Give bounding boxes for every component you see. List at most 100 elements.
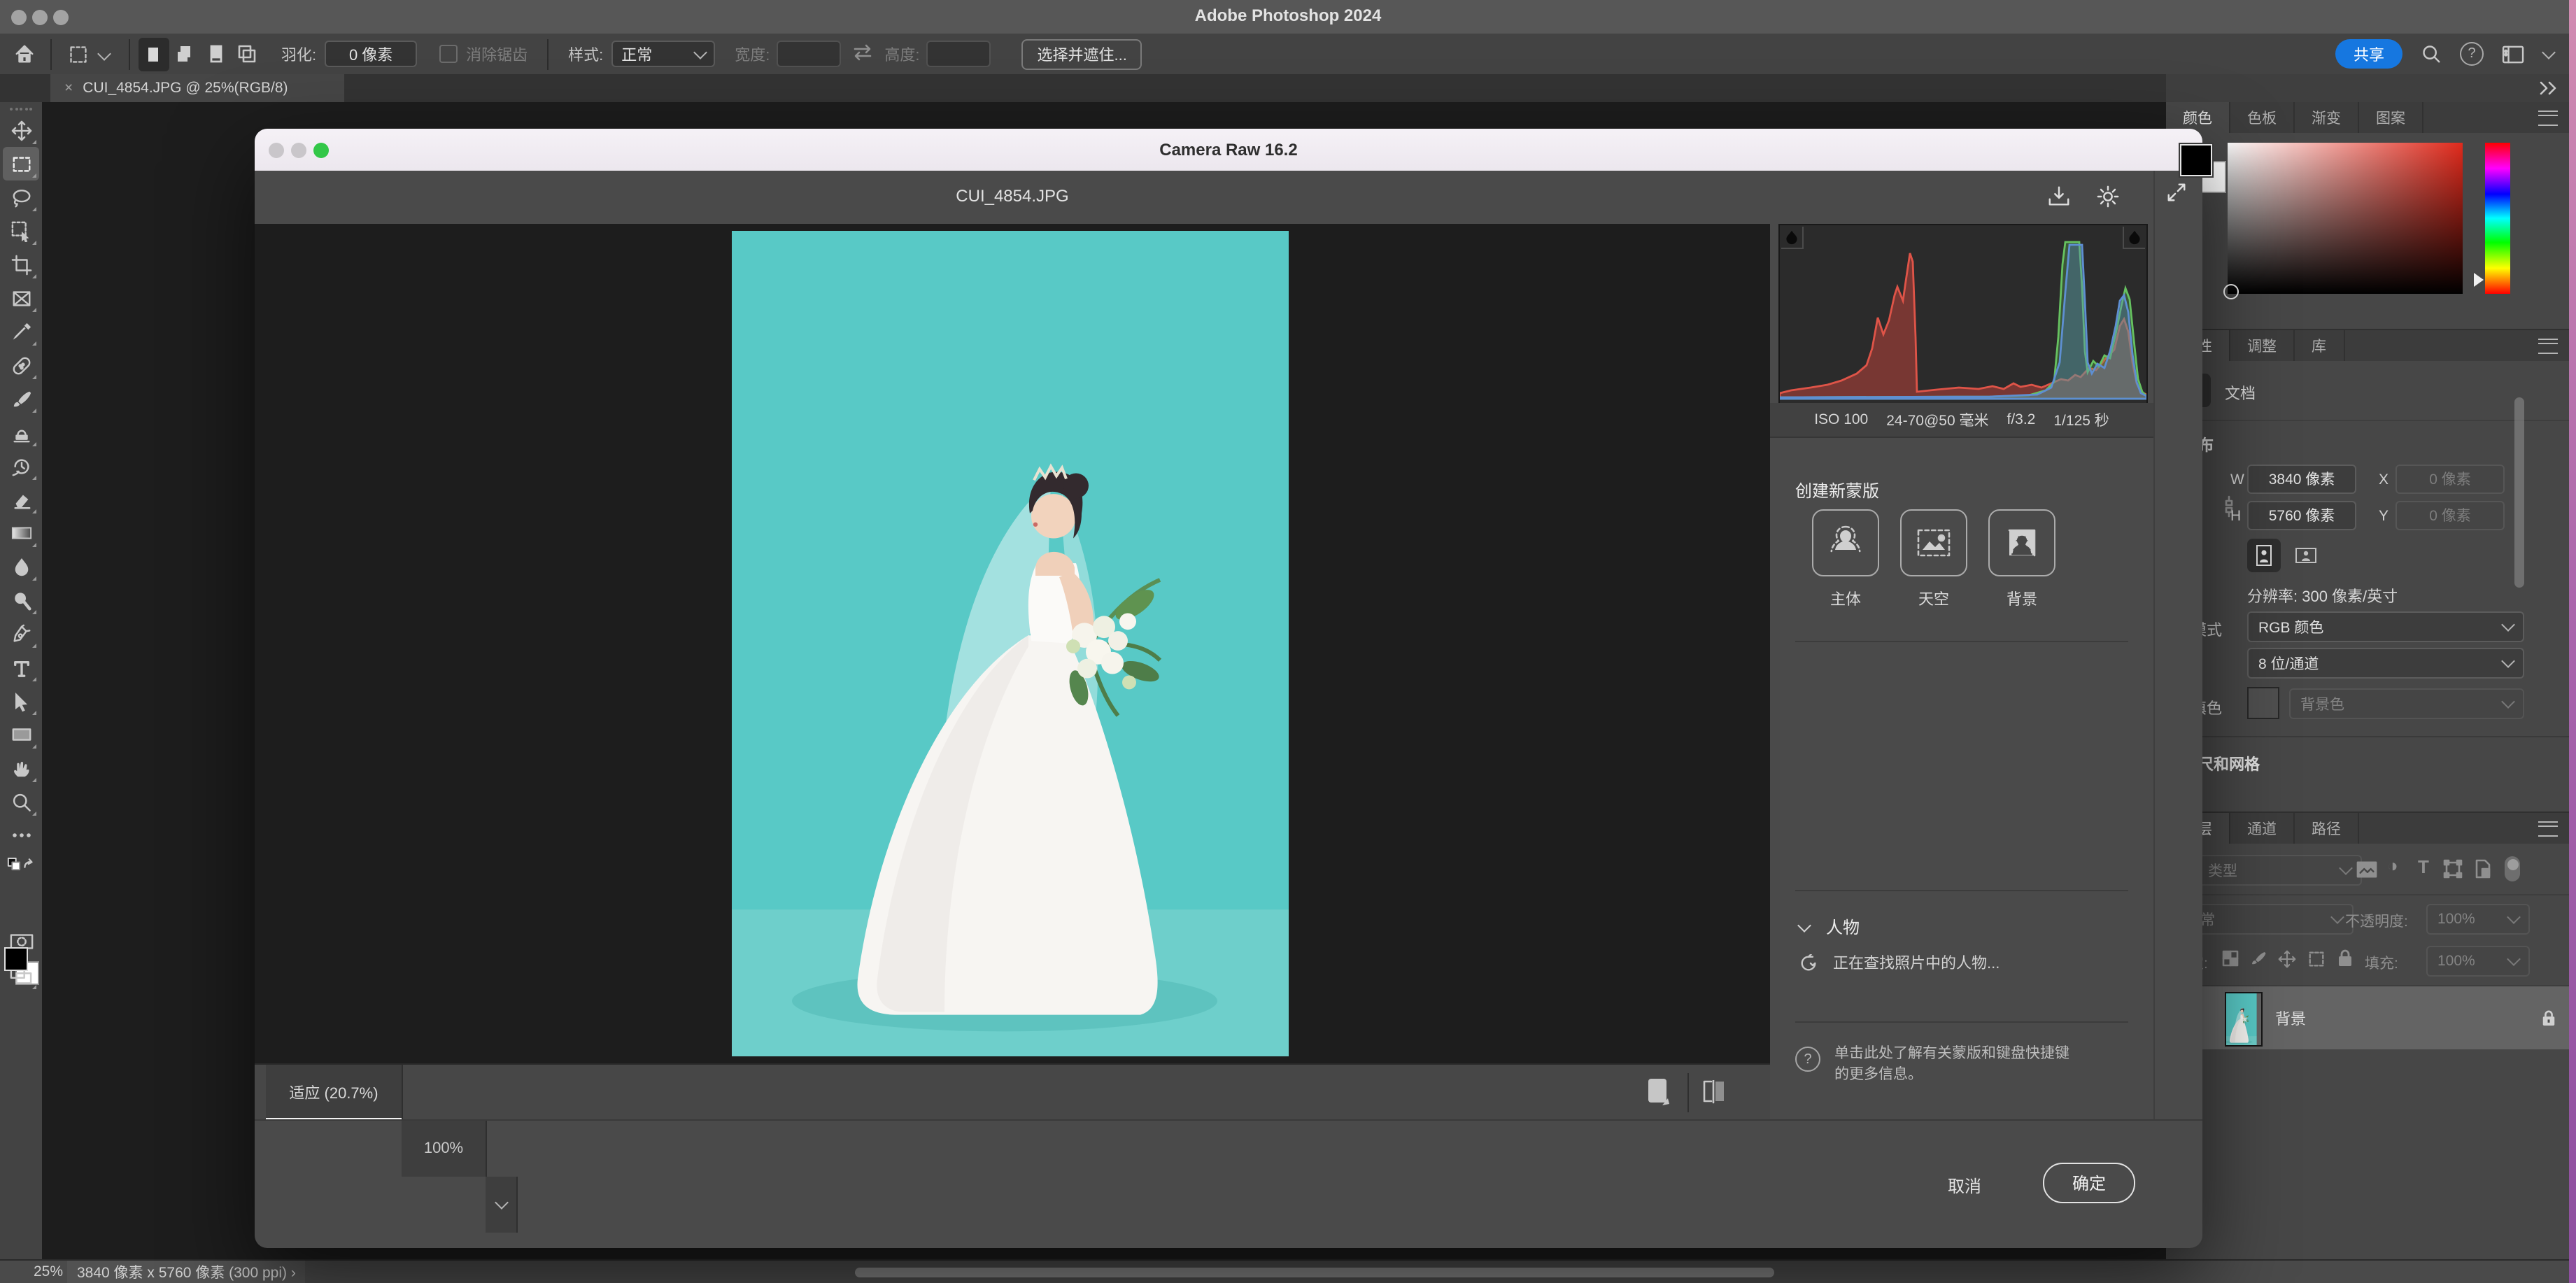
opacity-select[interactable]: 100% (2426, 904, 2530, 935)
status-zoom[interactable]: 25% (34, 1263, 63, 1280)
eyedropper-tool-icon[interactable] (3, 315, 39, 348)
eraser-tool-icon[interactable] (3, 483, 39, 516)
crop-tool-icon[interactable] (3, 248, 39, 281)
fill-select[interactable]: 背景色 (2289, 688, 2524, 719)
lasso-tool-icon[interactable] (3, 180, 39, 214)
camera-raw-titlebar[interactable]: Camera Raw 16.2 (255, 129, 2202, 171)
tab-channels[interactable]: 通道 (2230, 813, 2295, 844)
selection-subtract-icon[interactable] (200, 37, 231, 71)
swap-colors-icon[interactable] (3, 852, 39, 877)
workspace-chevron-icon[interactable] (2542, 45, 2556, 59)
properties-scrollbar[interactable] (2514, 397, 2524, 588)
canvas-horizontal-scrollbar[interactable] (855, 1268, 1774, 1277)
filter-adjustment-icon[interactable]: ◑ (2387, 855, 2398, 876)
blur-tool-icon[interactable] (3, 550, 39, 583)
tab-gradients[interactable]: 渐变 (2295, 102, 2359, 133)
help-icon[interactable]: ? (2460, 42, 2484, 66)
mode-select[interactable]: RGB 颜色 (2247, 611, 2524, 642)
selection-new-icon[interactable] (139, 37, 169, 71)
people-section-header[interactable]: 人物 (1799, 915, 1860, 939)
histogram[interactable] (1778, 224, 2148, 406)
canvas-height-input[interactable]: 5760 像素 (2247, 501, 2356, 530)
filter-smart-object-icon[interactable] (2474, 859, 2492, 879)
marquee-tool-icon[interactable] (3, 147, 39, 180)
preferences-gear-icon[interactable] (2096, 185, 2120, 208)
layer-thumbnail[interactable] (2225, 992, 2263, 1047)
object-selection-tool-icon[interactable] (3, 214, 39, 248)
height-input[interactable] (927, 41, 991, 67)
layer-lock-icon[interactable] (2541, 1009, 2556, 1027)
gradient-tool-icon[interactable] (3, 516, 39, 550)
tab-swatches[interactable]: 色板 (2230, 102, 2295, 133)
lock-position-icon[interactable] (2278, 950, 2296, 968)
orientation-landscape-button[interactable] (2289, 541, 2323, 569)
hand-tool-icon[interactable] (3, 751, 39, 785)
shape-tool-icon[interactable] (3, 718, 39, 751)
mask-subject-button[interactable]: 主体 (1812, 509, 1879, 610)
canvas-width-input[interactable]: 3840 像素 (2247, 465, 2356, 494)
tab-patterns[interactable]: 图案 (2359, 102, 2423, 133)
width-input[interactable] (777, 41, 841, 67)
selection-intersect-icon[interactable] (231, 37, 262, 71)
brush-tool-icon[interactable] (3, 382, 39, 416)
lock-transparency-icon[interactable] (2222, 950, 2239, 967)
color-panel-menu-icon[interactable] (2538, 110, 2558, 125)
tab-paths[interactable]: 路径 (2295, 813, 2359, 844)
hue-slider[interactable] (2485, 143, 2510, 294)
tab-close-icon[interactable]: × (64, 80, 73, 97)
photo[interactable] (732, 231, 1289, 1056)
tab-adjustments[interactable]: 调整 (2230, 330, 2295, 361)
dialog-minimize-button[interactable] (291, 142, 306, 157)
before-after-icon[interactable] (1701, 1080, 1729, 1105)
status-doc-info[interactable]: 3840 像素 x 5760 像素 (300 ppi) › (67, 1261, 306, 1283)
highlight-clipping-button[interactable] (2123, 227, 2145, 249)
swap-dimensions-icon[interactable] (852, 43, 873, 65)
layer-row-background[interactable]: 背景 (2166, 986, 2569, 1049)
image-preview-area[interactable] (255, 224, 1770, 1063)
filter-toggle-pill[interactable] (2505, 856, 2520, 881)
pen-tool-icon[interactable] (3, 617, 39, 651)
home-icon[interactable] (6, 37, 42, 71)
search-icon[interactable] (2421, 43, 2442, 64)
orientation-portrait-button[interactable] (2247, 539, 2281, 572)
antialias-checkbox[interactable] (439, 45, 458, 63)
toolbar-grip[interactable] (10, 108, 32, 111)
cancel-button[interactable]: 取消 (1948, 1174, 1981, 1198)
filter-image-icon[interactable] (2356, 860, 2377, 879)
document-tab[interactable]: × CUI_4854.JPG @ 25%(RGB/8) (50, 74, 344, 102)
mask-help[interactable]: ? 单击此处了解有关蒙版和键盘快捷键 的更多信息。 (1795, 1044, 2069, 1086)
shadow-clipping-button[interactable] (1781, 227, 1804, 249)
zoom-tool-icon[interactable] (3, 785, 39, 818)
ok-button[interactable]: 确定 (2043, 1163, 2135, 1203)
history-brush-tool-icon[interactable] (3, 449, 39, 483)
selection-add-icon[interactable] (169, 37, 200, 71)
lock-pixels-icon[interactable] (2250, 950, 2267, 967)
zoom-fit-tab[interactable]: 适应 (20.7%) (266, 1065, 403, 1121)
canvas-x-input[interactable]: 0 像素 (2395, 465, 2505, 494)
fill-opacity-select[interactable]: 100% (2426, 946, 2530, 977)
collapse-panels-icon[interactable] (2538, 81, 2558, 95)
edit-toolbar-icon[interactable] (3, 818, 39, 852)
lock-artboard-icon[interactable] (2307, 950, 2326, 968)
lock-all-icon[interactable] (2337, 949, 2354, 967)
share-button[interactable]: 共享 (2335, 39, 2402, 69)
depth-select[interactable]: 8 位/通道 (2247, 648, 2524, 679)
filter-shape-icon[interactable] (2443, 859, 2463, 879)
marquee-preset-icon[interactable] (60, 37, 97, 71)
clone-stamp-tool-icon[interactable] (3, 416, 39, 449)
mask-sky-button[interactable]: 天空 (1900, 509, 1967, 610)
move-tool-icon[interactable] (3, 113, 39, 147)
canvas-y-input[interactable]: 0 像素 (2395, 501, 2505, 530)
slice-tool-icon[interactable] (3, 281, 39, 315)
properties-panel-menu-icon[interactable] (2538, 338, 2558, 353)
save-image-icon[interactable] (2047, 185, 2071, 208)
dialog-fullscreen-button[interactable] (313, 142, 329, 157)
feather-input[interactable]: 0 像素 (325, 41, 417, 67)
healing-brush-tool-icon[interactable] (3, 348, 39, 382)
select-and-mask-button[interactable]: 选择并遮住... (1022, 38, 1142, 69)
foreground-color-swatch[interactable] (4, 947, 28, 971)
mask-background-button[interactable]: 背景 (1988, 509, 2055, 610)
style-select[interactable]: 正常 (611, 41, 715, 67)
filter-type-icon[interactable]: T (2418, 856, 2429, 877)
color-picker-ring[interactable] (2223, 284, 2239, 299)
